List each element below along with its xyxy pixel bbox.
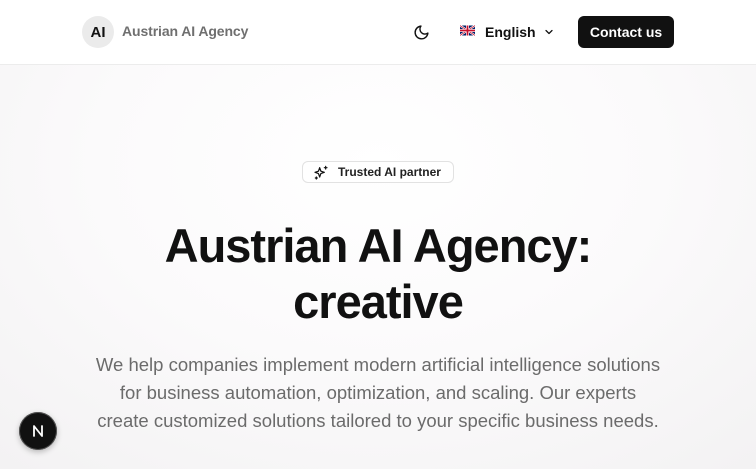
uk-flag-icon xyxy=(460,25,475,36)
sparkles-icon xyxy=(314,165,328,180)
hero-description-line: We help companies implement modern artif… xyxy=(95,354,661,375)
language-label: English xyxy=(485,24,536,40)
hero-description-line: for business automation, optimization, a… xyxy=(119,382,637,403)
contact-us-button[interactable]: Contact us xyxy=(578,16,674,48)
moon-icon xyxy=(414,24,429,39)
theme-toggle-button[interactable] xyxy=(405,16,437,48)
logo-badge[interactable]: AI xyxy=(82,16,114,48)
site-header: AI Austrian AI Agency English Contact us xyxy=(0,0,756,65)
language-select[interactable]: English xyxy=(452,16,564,48)
hero-description: We help companies implement modern artif… xyxy=(70,351,686,435)
chevron-down-icon xyxy=(545,29,553,35)
nextjs-logo-icon xyxy=(33,425,43,437)
badge-label: Trusted AI partner xyxy=(338,165,441,179)
hero-title: Austrian AI Agency: creative xyxy=(100,218,656,330)
nextjs-dev-indicator[interactable]: N xyxy=(19,412,57,450)
logo-text: AI xyxy=(90,23,106,41)
hero-description-line: create customized solutions tailored to … xyxy=(97,410,659,431)
trusted-partner-badge: Trusted AI partner xyxy=(302,161,454,183)
hero-title-line-2: creative xyxy=(293,275,464,328)
brand-name[interactable]: Austrian AI Agency xyxy=(122,23,248,39)
hero-title-line-1: Austrian AI Agency: xyxy=(164,219,593,272)
